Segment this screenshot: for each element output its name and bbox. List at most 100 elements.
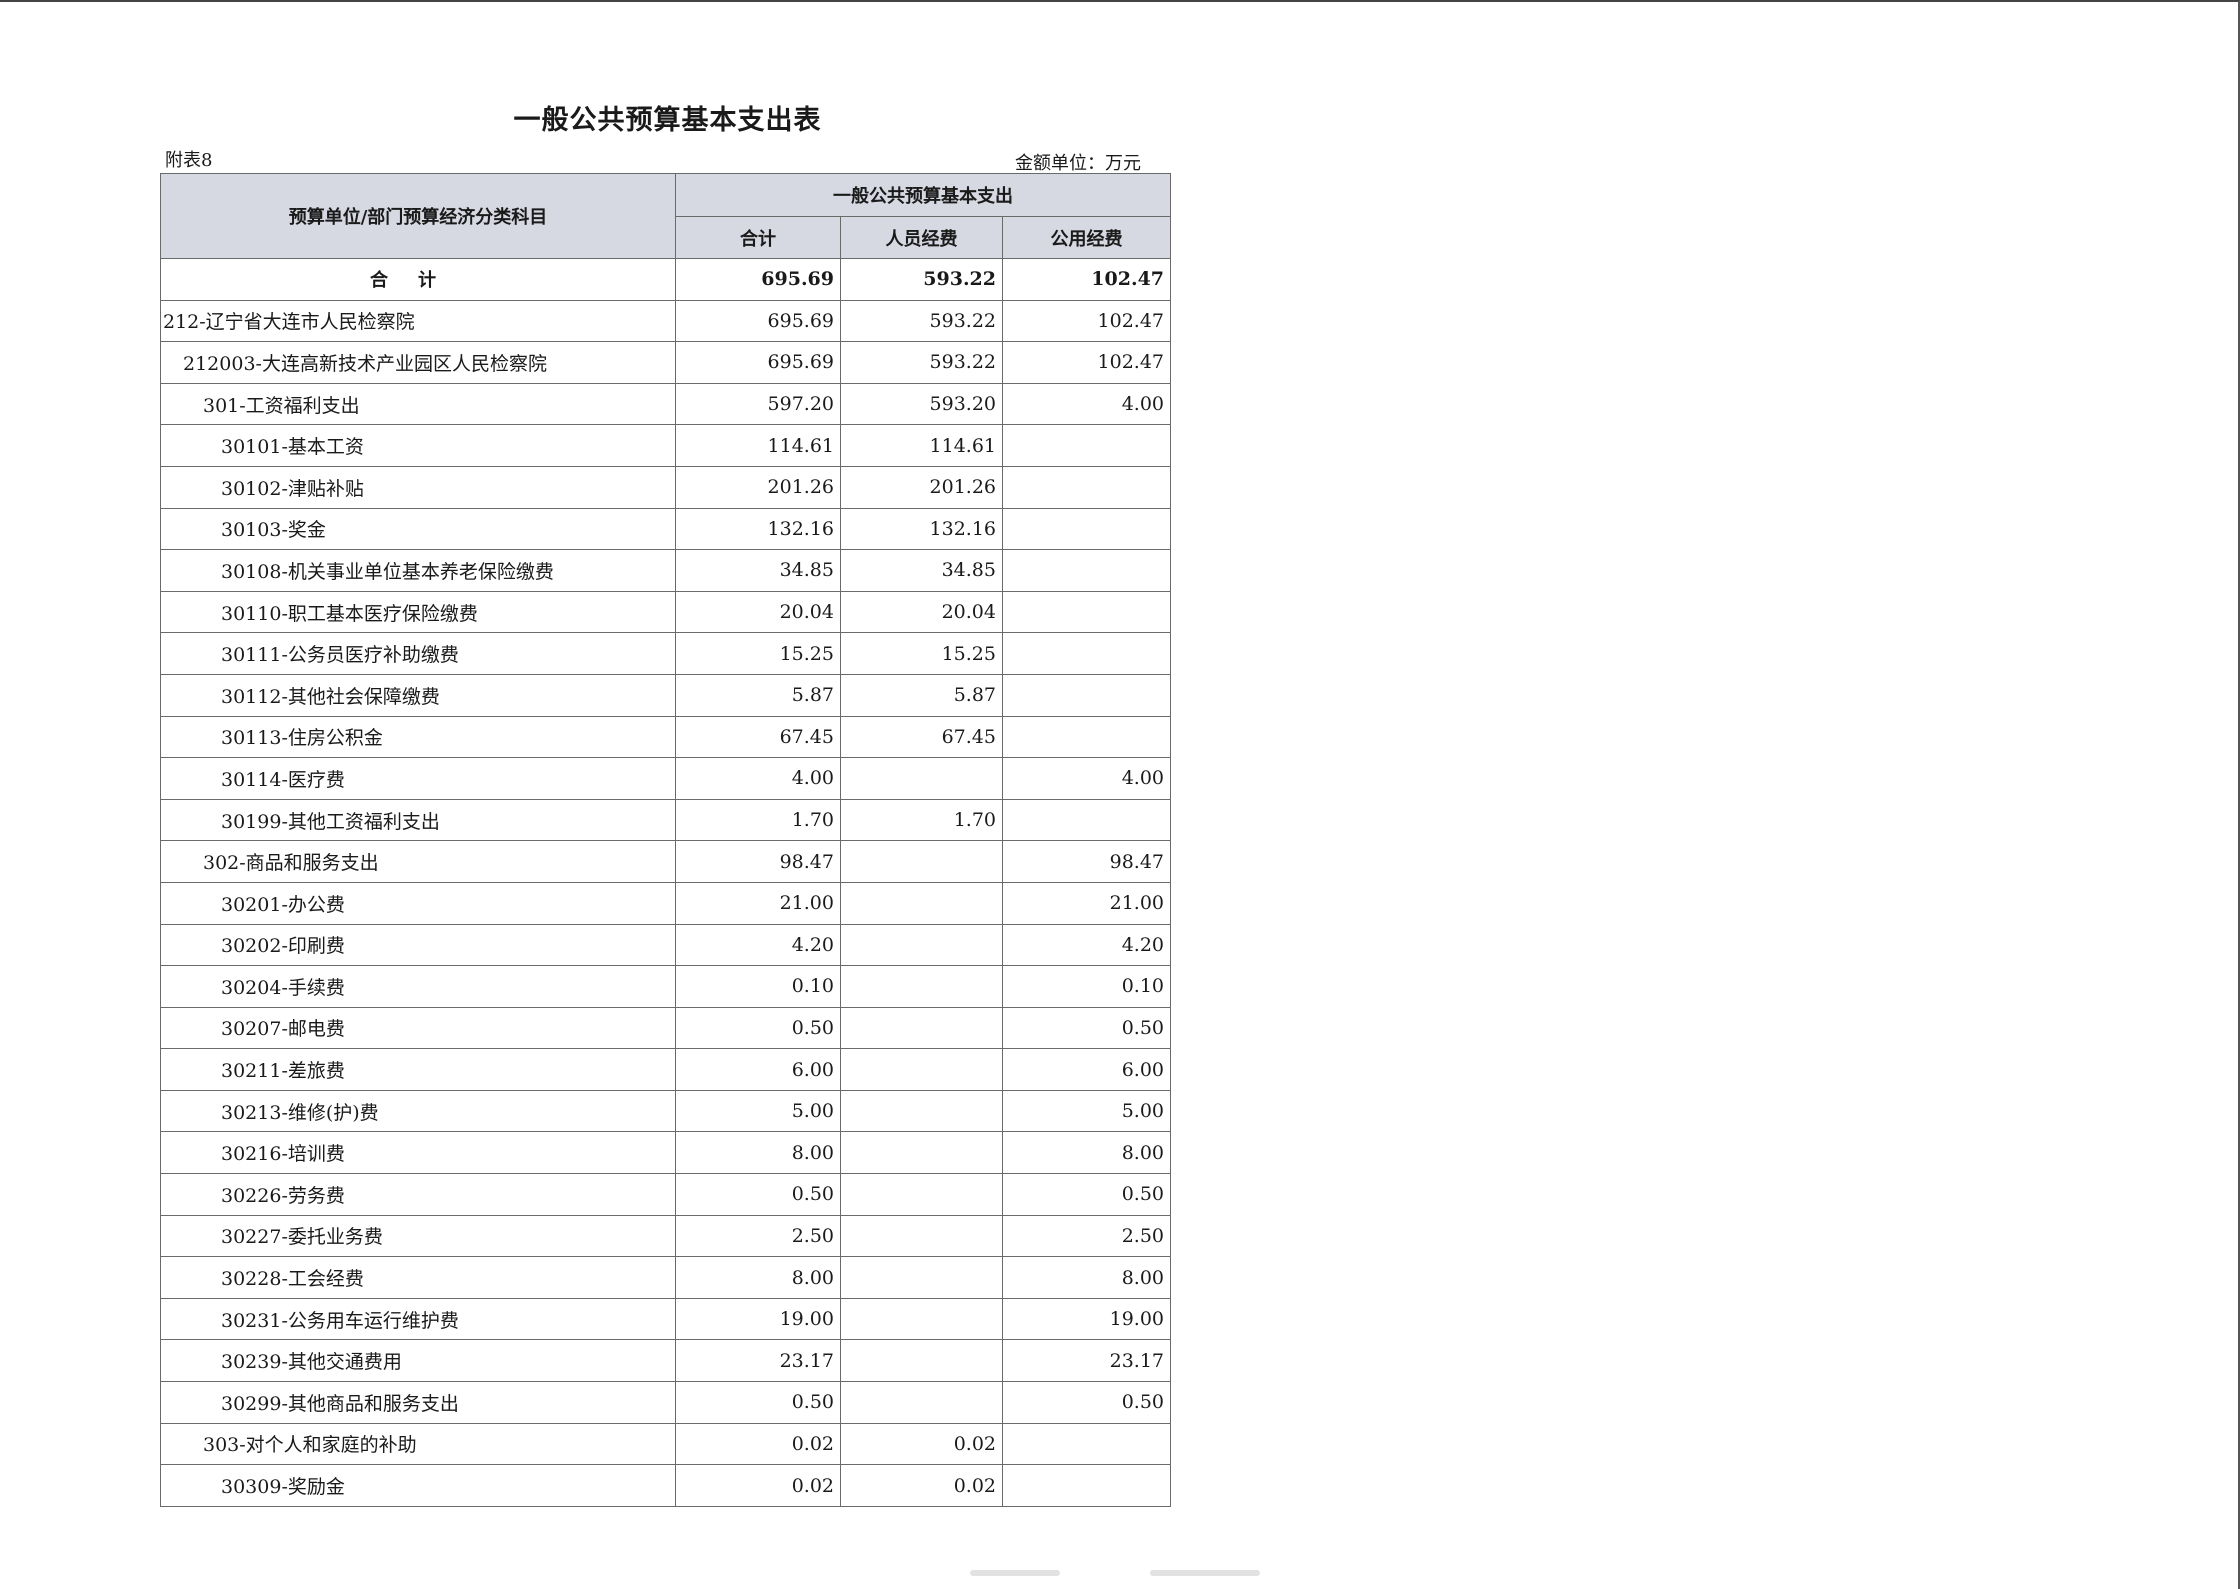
row-total: 4.20 (675, 923, 841, 967)
table-row: 30211-差旅费 6.00 6.00 (160, 1048, 1172, 1091)
row-name: 30309-奖励金 (160, 1464, 676, 1507)
page-title: 一般公共预算基本支出表 (513, 105, 822, 136)
row-public: 102.47 (1001, 299, 1172, 343)
row-total: 1.70 (675, 798, 841, 842)
scan-artifact (1150, 1570, 1260, 1576)
row-public (1001, 465, 1172, 509)
row-label-header: 预算单位/部门预算经济分类科目 (160, 173, 676, 259)
row-total: 5.00 (675, 1089, 841, 1133)
table-row: 30216-培训费 8.00 8.00 (160, 1131, 1172, 1175)
total-row: 合计 695.69 593.22 102.47 (160, 258, 1172, 301)
row-personnel (840, 1339, 1003, 1383)
row-public (1001, 590, 1172, 634)
row-total: 0.50 (675, 1381, 841, 1424)
row-name: 30114-医疗费 (160, 757, 676, 800)
table-row: 30110-职工基本医疗保险缴费 20.04 20.04 (160, 590, 1172, 634)
row-public (1001, 673, 1172, 717)
row-total: 695.69 (675, 341, 841, 384)
row-name: 30216-培训费 (160, 1131, 676, 1175)
row-name: 30239-其他交通费用 (160, 1339, 676, 1383)
row-personnel: 0.02 (840, 1422, 1003, 1466)
row-name: 30228-工会经费 (160, 1256, 676, 1299)
row-name: 30110-职工基本医疗保险缴费 (160, 590, 676, 634)
row-personnel: 20.04 (840, 590, 1003, 634)
table-row: 30114-医疗费 4.00 4.00 (160, 757, 1172, 800)
row-personnel (840, 1006, 1003, 1050)
row-total: 0.02 (675, 1464, 841, 1507)
row-personnel: 201.26 (840, 465, 1003, 509)
budget-table: 预算单位/部门预算经济分类科目 一般公共预算基本支出 合计 人员经费 公用经费 … (160, 173, 1172, 1507)
row-total: 8.00 (675, 1131, 841, 1175)
col-total-header: 合计 (675, 216, 841, 259)
row-public: 8.00 (1001, 1131, 1172, 1175)
row-name: 30201-办公费 (160, 881, 676, 925)
table-row: 30112-其他社会保障缴费 5.87 5.87 (160, 673, 1172, 717)
row-public: 0.50 (1001, 1173, 1172, 1216)
row-public: 21.00 (1001, 881, 1172, 925)
row-name: 212003-大连高新技术产业园区人民检察院 (160, 341, 676, 384)
row-name: 30207-邮电费 (160, 1006, 676, 1050)
table-row: 30204-手续费 0.10 0.10 (160, 965, 1172, 1008)
table-row: 30102-津贴补贴 201.26 201.26 (160, 465, 1172, 509)
row-public: 23.17 (1001, 1339, 1172, 1383)
row-public (1001, 1422, 1172, 1466)
row-name: 303-对个人和家庭的补助 (160, 1422, 676, 1466)
row-total: 0.50 (675, 1006, 841, 1050)
row-personnel: 15.25 (840, 632, 1003, 675)
row-personnel (840, 840, 1003, 883)
row-total: 695.69 (675, 299, 841, 343)
table-row: 301-工资福利支出 597.20 593.20 4.00 (160, 382, 1172, 426)
row-name: 30102-津贴补贴 (160, 465, 676, 509)
row-public: 4.20 (1001, 923, 1172, 967)
total-row-personnel: 593.22 (840, 258, 1003, 301)
col-personnel-header: 人员经费 (840, 216, 1003, 259)
row-name: 30103-奖金 (160, 507, 676, 551)
row-name: 30112-其他社会保障缴费 (160, 673, 676, 717)
row-total: 34.85 (675, 549, 841, 592)
row-personnel (840, 1256, 1003, 1299)
row-public: 19.00 (1001, 1297, 1172, 1341)
row-personnel: 593.22 (840, 299, 1003, 343)
row-name: 30299-其他商品和服务支出 (160, 1381, 676, 1424)
table-row: 30201-办公费 21.00 21.00 (160, 881, 1172, 925)
row-public (1001, 549, 1172, 592)
table-row: 30231-公务用车运行维护费 19.00 19.00 (160, 1297, 1172, 1341)
row-personnel (840, 1214, 1003, 1258)
table-row: 30213-维修(护)费 5.00 5.00 (160, 1089, 1172, 1133)
row-total: 597.20 (675, 382, 841, 426)
row-name: 30231-公务用车运行维护费 (160, 1297, 676, 1341)
row-name: 30211-差旅费 (160, 1048, 676, 1091)
row-total: 132.16 (675, 507, 841, 551)
row-public: 2.50 (1001, 1214, 1172, 1258)
row-total: 8.00 (675, 1256, 841, 1299)
row-public (1001, 1464, 1172, 1507)
row-total: 23.17 (675, 1339, 841, 1383)
row-public (1001, 632, 1172, 675)
row-total: 67.45 (675, 715, 841, 759)
row-name: 30213-维修(护)费 (160, 1089, 676, 1133)
row-total: 0.10 (675, 965, 841, 1008)
table-row: 30199-其他工资福利支出 1.70 1.70 (160, 798, 1172, 842)
row-personnel (840, 1381, 1003, 1424)
total-row-label: 合计 (160, 258, 676, 301)
row-name: 30227-委托业务费 (160, 1214, 676, 1258)
row-name: 301-工资福利支出 (160, 382, 676, 426)
table-row: 303-对个人和家庭的补助 0.02 0.02 (160, 1422, 1172, 1466)
row-personnel (840, 965, 1003, 1008)
table-row: 30113-住房公积金 67.45 67.45 (160, 715, 1172, 759)
row-personnel (840, 1131, 1003, 1175)
row-public: 5.00 (1001, 1089, 1172, 1133)
table-row: 30108-机关事业单位基本养老保险缴费 34.85 34.85 (160, 549, 1172, 592)
table-row: 30227-委托业务费 2.50 2.50 (160, 1214, 1172, 1258)
row-total: 201.26 (675, 465, 841, 509)
row-total: 6.00 (675, 1048, 841, 1091)
row-public: 8.00 (1001, 1256, 1172, 1299)
row-name: 30202-印刷费 (160, 923, 676, 967)
row-total: 21.00 (675, 881, 841, 925)
row-personnel (840, 1297, 1003, 1341)
row-personnel: 1.70 (840, 798, 1003, 842)
table-row: 302-商品和服务支出 98.47 98.47 (160, 840, 1172, 883)
table-row: 30207-邮电费 0.50 0.50 (160, 1006, 1172, 1050)
row-personnel: 5.87 (840, 673, 1003, 717)
row-personnel: 34.85 (840, 549, 1003, 592)
